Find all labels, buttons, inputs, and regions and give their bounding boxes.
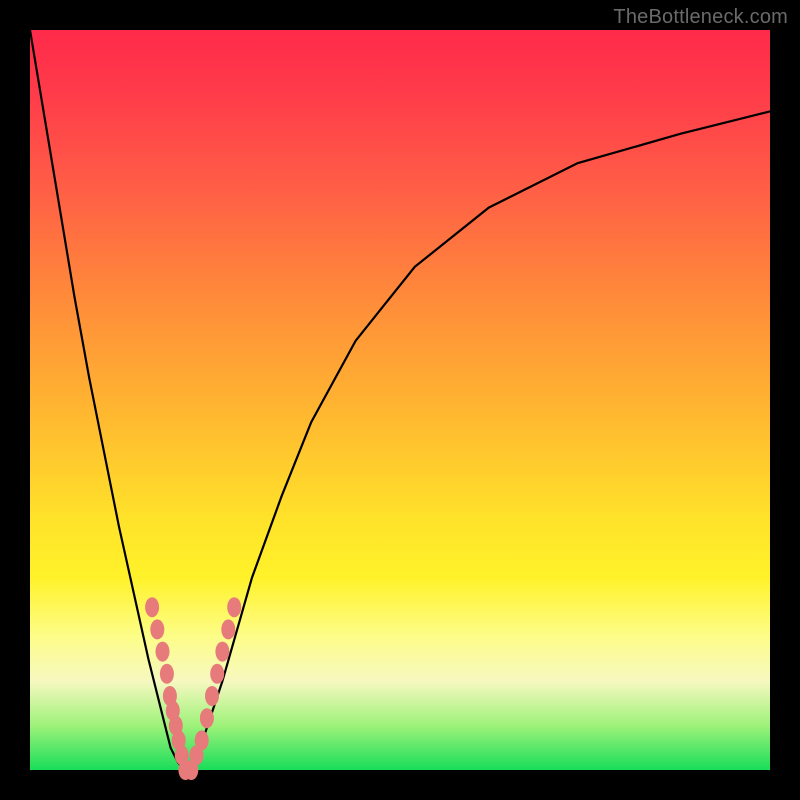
marker-dot (227, 597, 241, 617)
watermark-text: TheBottleneck.com (613, 6, 788, 29)
marker-dot (150, 619, 164, 639)
marker-dot (160, 664, 174, 684)
marker-dot (221, 619, 235, 639)
marker-dot (145, 597, 159, 617)
chart-stage: TheBottleneck.com (0, 0, 800, 800)
marker-dot (210, 664, 224, 684)
marker-dot (215, 642, 229, 662)
chart-svg (30, 30, 770, 770)
marker-dot (195, 730, 209, 750)
marker-dot (200, 708, 214, 728)
bottleneck-curve-right (185, 111, 770, 770)
plot-area (30, 30, 770, 770)
marker-cluster (145, 597, 241, 780)
marker-dot (205, 686, 219, 706)
marker-dot (156, 642, 170, 662)
